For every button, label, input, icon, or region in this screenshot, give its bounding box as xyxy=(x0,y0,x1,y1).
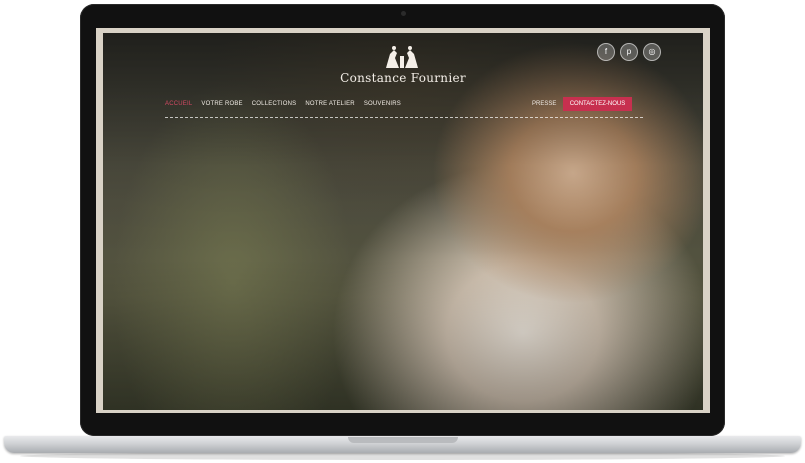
nav-item-notre-atelier[interactable]: NOTRE ATELIER xyxy=(305,101,355,107)
nav-item-collections[interactable]: COLLECTIONS xyxy=(252,101,297,107)
social-links: f p ◎ xyxy=(597,43,661,61)
contact-button[interactable]: CONTACTEZ-NOUS xyxy=(563,97,632,111)
pinterest-icon[interactable]: p xyxy=(620,43,638,61)
nav-item-presse[interactable]: PRESSE xyxy=(532,101,556,107)
nav-item-accueil[interactable]: ACCUEIL xyxy=(165,101,192,107)
instagram-icon[interactable]: ◎ xyxy=(643,43,661,61)
nav-item-souvenirs[interactable]: SOUVENIRS xyxy=(364,101,401,107)
main-nav: ACCUEIL VOTRE ROBE COLLECTIONS NOTRE ATE… xyxy=(165,101,401,107)
laptop-shadow xyxy=(20,452,785,460)
nav-item-votre-robe[interactable]: VOTRE ROBE xyxy=(201,101,242,107)
nav-divider xyxy=(165,117,643,118)
logo-icon xyxy=(386,46,418,68)
website-screen: Constance Fournier f p ◎ ACCUEIL VOTRE R… xyxy=(103,33,703,410)
camera-icon xyxy=(401,11,406,16)
photo-overlay xyxy=(103,33,703,410)
brand-name[interactable]: Constance Fournier xyxy=(333,71,473,85)
laptop-notch xyxy=(348,437,458,443)
facebook-icon[interactable]: f xyxy=(597,43,615,61)
